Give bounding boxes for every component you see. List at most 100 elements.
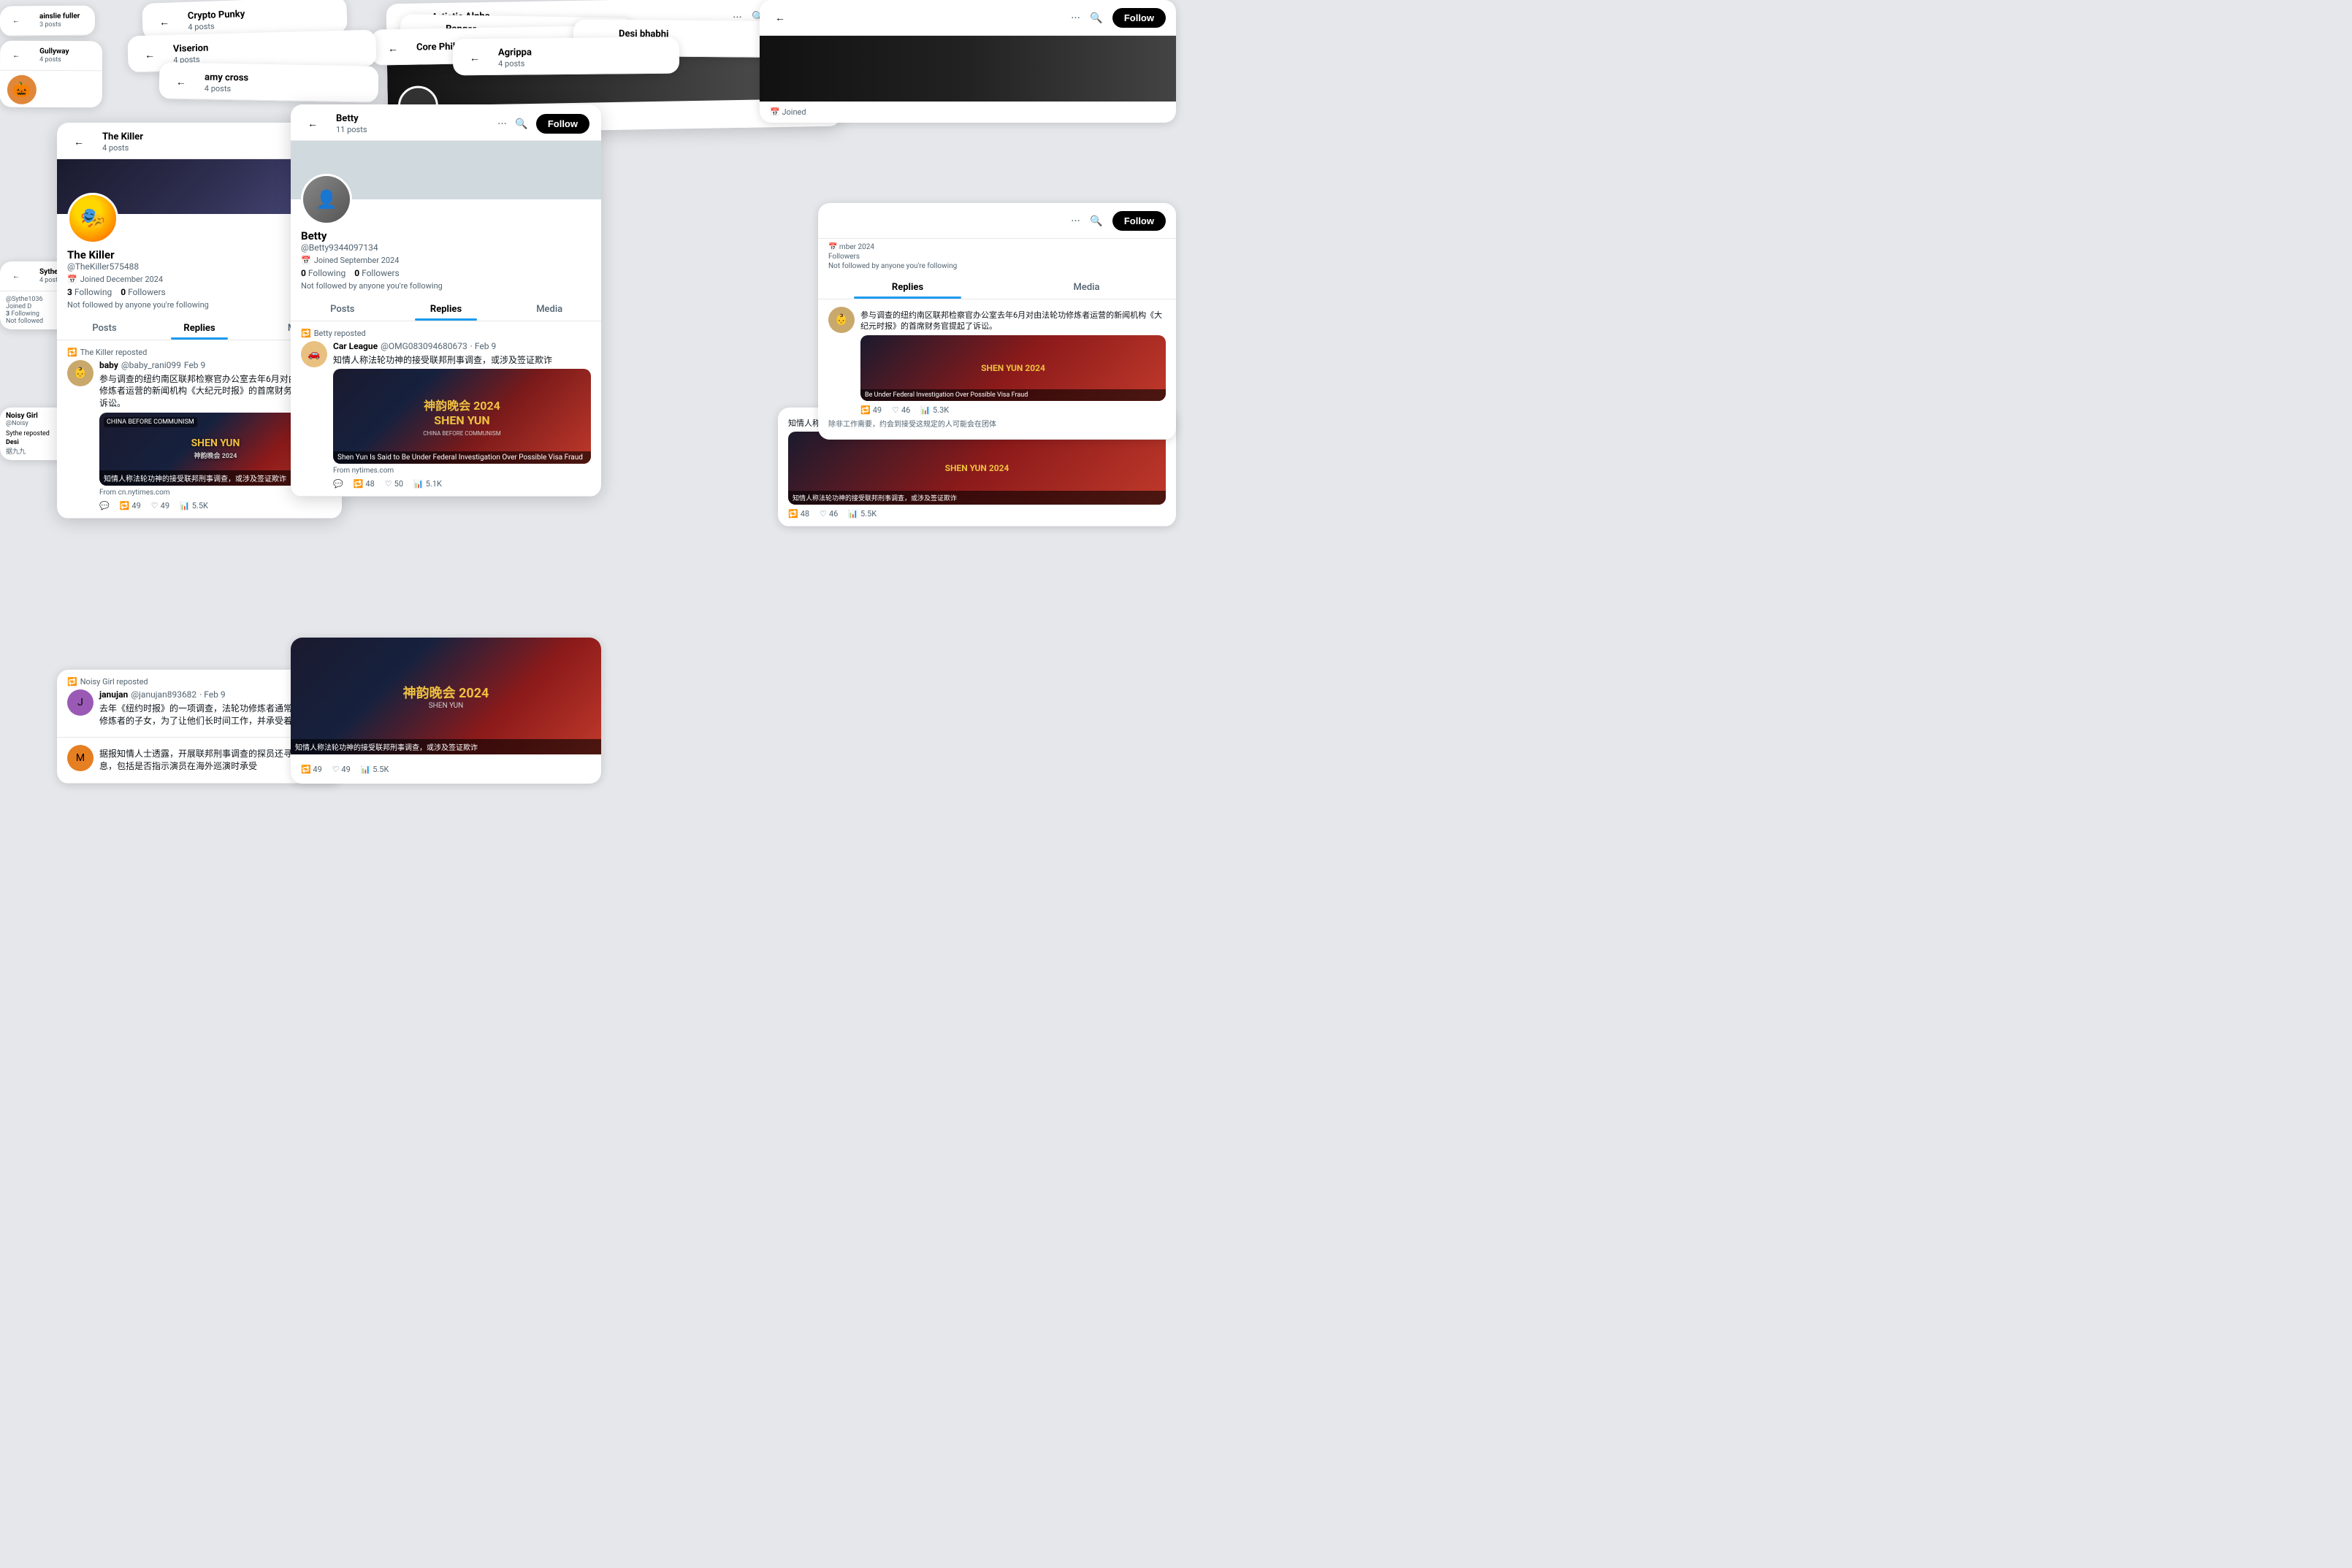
tab-replies-betty[interactable]: Replies — [394, 297, 498, 321]
post-author-betty: Car League — [333, 341, 378, 351]
gullyway-avatar-area: 🎃 — [0, 71, 102, 108]
card-posts-gullyway: 4 posts — [39, 56, 69, 64]
right-mid-followers: Followers — [828, 253, 1166, 261]
shen-caption-right-bottom: 知情人称法轮功神的接受联邦刑事调查，或涉及签证欺诈 — [788, 491, 1166, 505]
action-views-betty[interactable]: 📊 5.1K — [413, 479, 442, 489]
card-posts-thekiller: 4 posts — [102, 143, 143, 153]
post-content-right-mid: 参与调查的纽约南区联邦检察官办公室去年6月对由法轮功修炼者运营的新闻机构《大纪元… — [860, 307, 1166, 415]
dots-icon-right-mid[interactable]: ··· — [1071, 214, 1080, 228]
card-header-gullyway: ← Gullyway 4 posts — [0, 41, 102, 72]
post-handle-betty: @OMG083094680673 — [381, 341, 467, 351]
not-followed-betty: Not followed by anyone you're following — [301, 281, 591, 291]
post-image-right-bottom: SHEN YUN 2024 知情人称法轮功神的接受联邦刑事调查，或涉及签证欺诈 — [788, 432, 1166, 505]
back-button-right-top[interactable]: ← — [770, 7, 790, 28]
post-avatar-bottom2: M — [67, 745, 93, 771]
tab-replies-thekiller[interactable]: Replies — [152, 315, 247, 340]
dots-icon-right-top[interactable]: ··· — [1071, 11, 1080, 25]
action-retweet-right-bottom[interactable]: 🔁 48 — [788, 509, 809, 519]
search-button-betty[interactable]: 🔍 — [511, 113, 532, 134]
retweet-icon-thekiller: 🔁 — [67, 348, 77, 357]
action-comment-thekiller[interactable]: 💬 — [99, 501, 110, 510]
action-like-bottom[interactable]: ♡ 49 — [332, 765, 351, 774]
tab-media-betty[interactable]: Media — [497, 297, 601, 321]
tabs-betty: Posts Replies Media — [291, 297, 601, 321]
follow-button-betty[interactable]: Follow — [536, 114, 589, 134]
card-header-betty: ← Betty 11 posts ··· 🔍 Follow — [291, 104, 601, 141]
post-actions-thekiller: 💬 🔁 49 ♡ 49 📊 5.5K — [99, 501, 332, 510]
card-title-crypto: Crypto Punky — [188, 9, 245, 22]
post-row-betty: 🚗 Car League @OMG083094680673 · Feb 9 知情… — [301, 341, 591, 489]
post-content-betty: Car League @OMG083094680673 · Feb 9 知情人称… — [333, 341, 591, 489]
card-gullyway: ← Gullyway 4 posts 🎃 — [0, 41, 102, 108]
action-like-thekiller[interactable]: ♡ 49 — [151, 501, 169, 510]
action-retweet-betty[interactable]: 🔁 48 — [354, 479, 375, 489]
card-header-ainslie: ← ainslie fuller 3 posts — [0, 5, 95, 36]
shen-title-right-mid: SHEN YUN 2024 — [981, 363, 1045, 373]
back-button-gullyway[interactable]: ← — [6, 45, 26, 66]
action-comment-betty[interactable]: 💬 — [333, 479, 343, 489]
right-mid-header: ··· 🔍 Follow — [818, 203, 1176, 239]
card-bottom-center: 神韵晚会 2024 SHEN YUN 知情人称法轮功神的接受联邦刑事调查，或涉及… — [291, 638, 601, 784]
back-button-viserion[interactable]: ← — [140, 45, 161, 66]
post-date-thekiller: Feb 9 — [184, 360, 205, 370]
tab-posts-betty[interactable]: Posts — [291, 297, 394, 321]
action-like-right-bottom[interactable]: ♡ 46 — [820, 509, 838, 519]
action-like-betty[interactable]: ♡ 50 — [385, 479, 403, 489]
card-title-amy: amy cross — [205, 72, 248, 84]
right-mid-joined: 📅 mber 2024 — [828, 243, 1166, 251]
action-views-right-mid[interactable]: 📊 5.3K — [920, 405, 949, 415]
post-area-betty: 🔁 Betty reposted 🚗 Car League @OMG083094… — [291, 321, 601, 497]
post-avatar-betty: 🚗 — [301, 341, 327, 367]
card-title-ainslie: ainslie fuller — [39, 12, 80, 21]
back-button-betty[interactable]: ← — [302, 113, 323, 134]
right-top-profile: 📅 Joined — [760, 102, 1176, 123]
post-author-jan: janujan — [99, 689, 128, 700]
retweet-icon-jan: 🔁 — [67, 677, 77, 687]
follow-button-right-top[interactable]: Follow — [1112, 8, 1166, 28]
right-mid-meta: 📅 mber 2024 Followers Not followed by an… — [818, 239, 1176, 275]
action-views-bottom[interactable]: 📊 5.5K — [361, 765, 389, 774]
action-like-right-mid[interactable]: ♡ 46 — [892, 405, 910, 415]
right-top-joined: 📅 Joined — [770, 107, 1166, 117]
post-actions-right-bottom: 🔁 48 ♡ 46 📊 5.5K — [788, 509, 1166, 519]
card-ainslie: ← ainslie fuller 3 posts — [0, 5, 95, 36]
search-button-right-mid[interactable]: 🔍 — [1086, 210, 1107, 231]
action-views-thekiller[interactable]: 📊 5.5K — [180, 501, 208, 510]
post-source-betty: From nytimes.com — [333, 467, 591, 475]
action-retweet-bottom[interactable]: 🔁 49 — [301, 765, 322, 774]
back-button-agrippa[interactable]: ← — [465, 47, 485, 68]
post-item-right-mid: 👶 参与调查的纽约南区联邦检察官办公室去年6月对由法轮功修炼者运营的新闻机构《大… — [818, 299, 1176, 440]
retweet-icon-betty: 🔁 — [301, 329, 311, 338]
post-handle-jan: @janujan893682 — [131, 689, 196, 700]
post-avatar-jan: J — [67, 689, 93, 716]
action-retweet-right-mid[interactable]: 🔁 49 — [860, 405, 882, 415]
following-thekiller: 3 Following — [67, 287, 112, 297]
bottom-shen-subtitle: SHEN YUN — [429, 702, 464, 710]
followers-thekiller: 0 Followers — [121, 287, 166, 297]
action-retweet-thekiller[interactable]: 🔁 49 — [120, 501, 141, 510]
post-actions-betty: 💬 🔁 48 ♡ 50 📊 5.1K — [333, 479, 591, 489]
post-date-betty: · Feb 9 — [470, 341, 496, 351]
tab-media-right-mid[interactable]: Media — [997, 275, 1176, 299]
card-header-agrippa: ← Agrippa 4 posts — [453, 37, 679, 75]
tab-replies-right-mid[interactable]: Replies — [818, 275, 997, 299]
right-mid-extra-text: 除非工作需要，约会到接受这规定的人可能会在团体 — [828, 415, 1166, 432]
back-button-crypto[interactable]: ← — [154, 12, 175, 33]
back-button-sythe-left[interactable]: ← — [6, 266, 26, 286]
dots-icon-betty[interactable]: ··· — [497, 117, 507, 131]
tab-posts-thekiller[interactable]: Posts — [57, 315, 152, 340]
search-button-right-top[interactable]: 🔍 — [1086, 7, 1107, 28]
action-views-right-bottom[interactable]: 📊 5.5K — [848, 509, 877, 519]
card-right-top: ← ··· 🔍 Follow 📅 Joined — [760, 0, 1176, 123]
back-button-core[interactable]: ← — [383, 38, 403, 58]
back-button-thekiller[interactable]: ← — [69, 131, 89, 152]
card-title-agrippa: Agrippa — [498, 47, 532, 58]
card-betty: ← Betty 11 posts ··· 🔍 Follow 👤 Betty @B… — [291, 104, 601, 497]
back-button-ainslie[interactable]: ← — [6, 10, 26, 31]
card-posts-agrippa: 4 posts — [498, 58, 532, 68]
tabs-right-mid: Replies Media — [818, 275, 1176, 299]
follow-button-right-mid[interactable]: Follow — [1112, 211, 1166, 231]
back-button-amy[interactable]: ← — [171, 72, 191, 92]
repost-label-betty: 🔁 Betty reposted — [301, 329, 591, 338]
card-amy: ← amy cross 4 posts — [159, 62, 379, 102]
